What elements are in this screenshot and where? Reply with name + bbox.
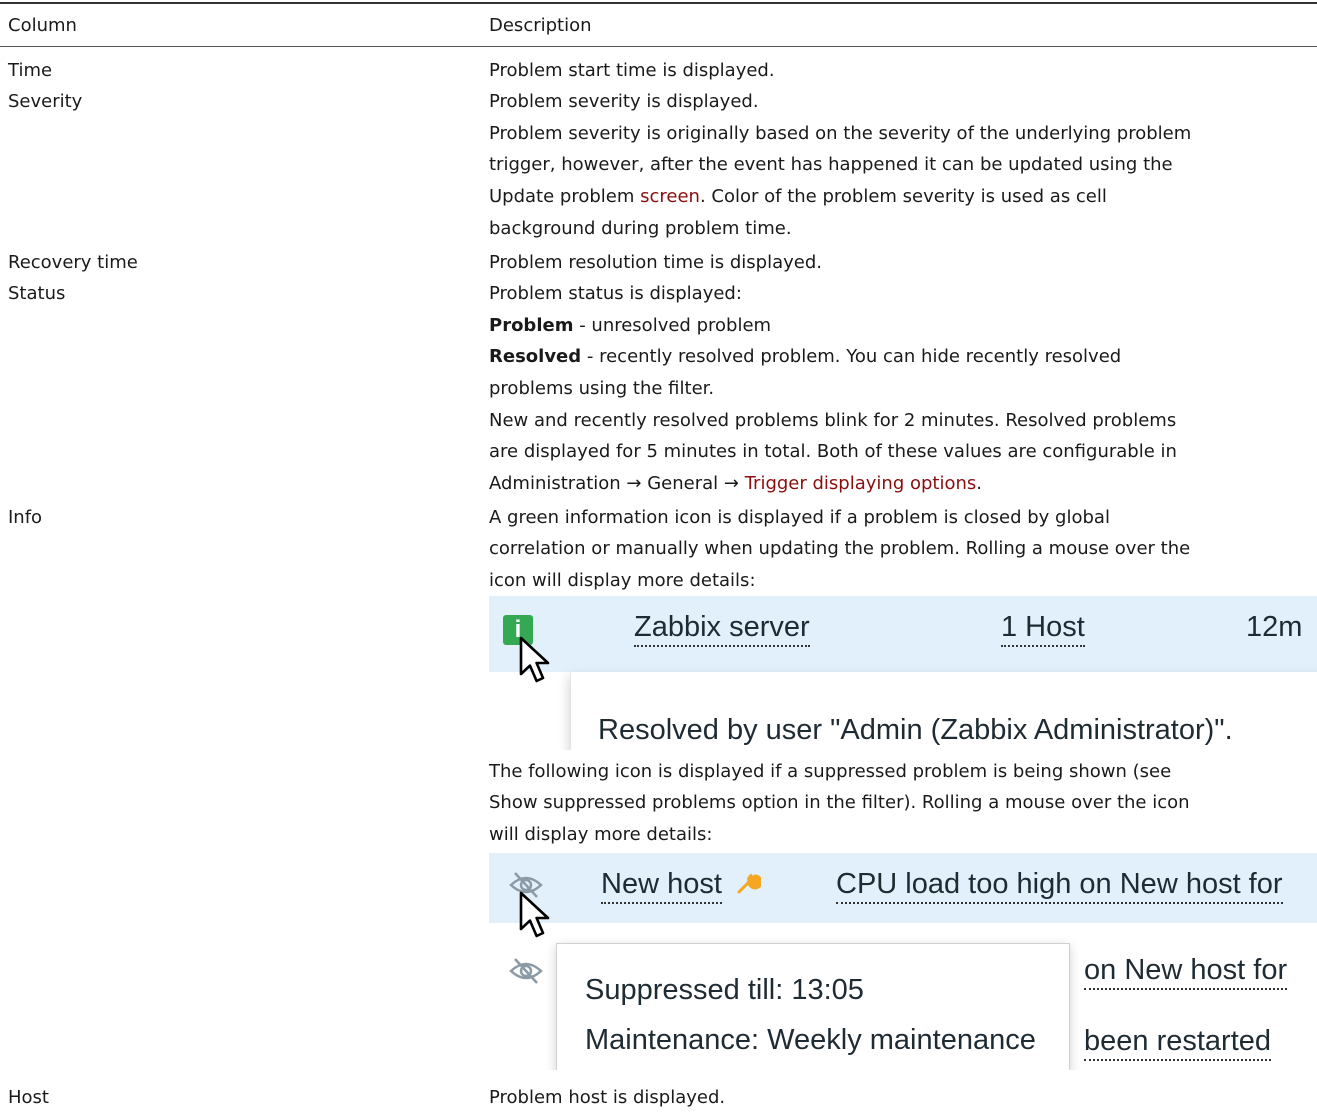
status-desc-7: Administration → General → Trigger displ… — [489, 468, 1315, 499]
severity-desc-4-post: . Color of the problem severity is used … — [699, 186, 1107, 207]
status-resolved-term: Resolved — [489, 346, 582, 367]
host-name-link[interactable]: Zabbix server — [634, 611, 810, 647]
hosts-count-link[interactable]: 1 Host — [1001, 611, 1085, 647]
status-desc-6: are displayed for 5 minutes in total. Bo… — [489, 441, 1177, 462]
status-desc-7-post: . — [976, 473, 983, 494]
description-header: Description — [489, 15, 592, 36]
info-desc-1: A green information icon is displayed if… — [489, 507, 1110, 528]
mouse-cursor-icon — [519, 636, 550, 683]
info-desc-5: Show suppressed problems option in the f… — [489, 792, 1190, 813]
row-name-severity: Severity — [8, 91, 83, 112]
column-header: Column — [8, 15, 77, 36]
new-host-link[interactable]: New host — [601, 868, 722, 904]
row-name-time: Time — [8, 60, 53, 81]
row-desc-recovery-time: Problem resolution time is displayed. — [489, 252, 823, 273]
status-desc-5: New and recently resolved problems blink… — [489, 410, 1177, 431]
table-top-rule — [0, 2, 1317, 4]
info-desc-2: correlation or manually when updating th… — [489, 538, 1191, 559]
severity-desc-1: Problem severity is displayed. — [489, 91, 759, 112]
status-problem-term: Problem — [489, 315, 574, 336]
row-desc-time: Problem start time is displayed. — [489, 60, 775, 81]
row-name-status: Status — [8, 283, 66, 304]
trigger-link-row3[interactable]: been restarted — [1084, 1025, 1272, 1061]
screen-link[interactable]: screen — [640, 186, 700, 207]
severity-desc-2: Problem severity is originally based on … — [489, 123, 1192, 144]
suppressed-eye-icon-row2[interactable] — [509, 957, 543, 985]
suppressed-till-text: Suppressed till: 13:05 — [585, 974, 864, 1006]
info-desc-4: The following icon is displayed if a sup… — [489, 761, 1172, 782]
status-desc-7-pre: Administration → General → — [489, 473, 745, 494]
info-desc-6: will display more details: — [489, 824, 713, 845]
problem-row — [489, 596, 1317, 672]
severity-desc-5: background during problem time. — [489, 218, 792, 239]
severity-desc-4-pre: Update problem — [489, 186, 641, 207]
status-desc-problem: Problem - unresolved problem — [489, 310, 1315, 341]
suppressed-tooltip-screenshot: New host CPU load too high on New host f… — [489, 853, 1317, 1070]
duration-value: 12m — [1246, 611, 1303, 643]
mouse-cursor-icon — [519, 891, 550, 938]
status-resolved-text: - recently resolved problem. You can hid… — [581, 346, 1122, 367]
status-desc-resolved: Resolved - recently resolved problem. Yo… — [489, 341, 1315, 372]
info-desc-3: icon will display more details: — [489, 570, 756, 591]
status-problem-text: - unresolved problem — [573, 315, 772, 336]
resolved-tooltip-text: Resolved by user "Admin (Zabbix Administ… — [598, 714, 1233, 746]
trigger-link[interactable]: CPU load too high on New host for — [836, 868, 1283, 904]
row-name-host: Host — [8, 1087, 49, 1108]
suppressed-tooltip: Suppressed till: 13:05 Maintenance: Week… — [556, 943, 1070, 1070]
trigger-displaying-options-link[interactable]: Trigger displaying options — [745, 473, 977, 494]
trigger-link-row2[interactable]: on New host for — [1084, 954, 1288, 990]
wrench-icon — [737, 873, 761, 894]
severity-desc-4: Update problem screen. Color of the prob… — [489, 181, 1315, 212]
row-desc-host: Problem host is displayed. — [489, 1087, 726, 1108]
status-desc-1: Problem status is displayed: — [489, 283, 742, 304]
status-desc-4: problems using the filter. — [489, 378, 715, 399]
maintenance-text: Maintenance: Weekly maintenance — [585, 1024, 1036, 1056]
row-name-recovery-time: Recovery time — [8, 252, 138, 273]
resolved-tooltip-screenshot: i Zabbix server 1 Host 12m Resolved by u… — [489, 596, 1317, 750]
resolved-tooltip: Resolved by user "Admin (Zabbix Administ… — [570, 672, 1317, 750]
header-rule — [0, 46, 1317, 47]
severity-desc-3: trigger, however, after the event has ha… — [489, 154, 1173, 175]
row-name-info: Info — [8, 507, 43, 528]
